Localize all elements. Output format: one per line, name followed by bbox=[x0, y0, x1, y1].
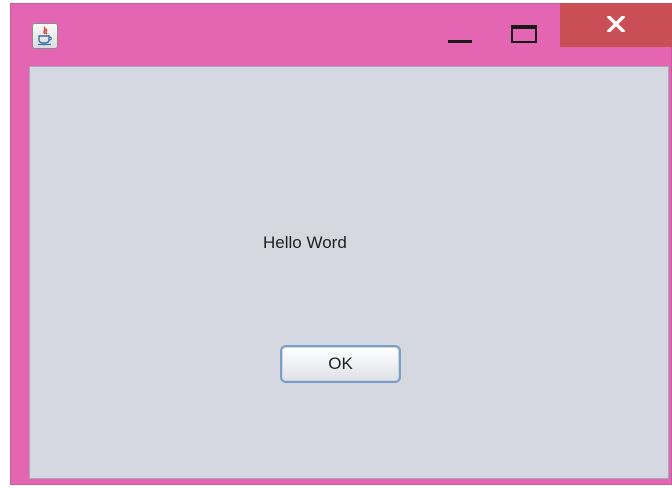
app-window: Hello Word OK bbox=[10, 3, 672, 485]
close-button[interactable] bbox=[560, 3, 672, 47]
minimize-button[interactable] bbox=[439, 16, 485, 48]
maximize-icon bbox=[511, 25, 537, 43]
java-icon[interactable] bbox=[32, 23, 58, 49]
close-icon bbox=[607, 16, 625, 32]
content-panel: Hello Word OK bbox=[29, 66, 669, 479]
maximize-button[interactable] bbox=[503, 16, 549, 48]
title-bar[interactable] bbox=[11, 3, 672, 66]
message-label: Hello Word bbox=[263, 233, 347, 252]
minimize-icon bbox=[448, 40, 472, 43]
ok-button[interactable]: OK bbox=[280, 345, 401, 383]
